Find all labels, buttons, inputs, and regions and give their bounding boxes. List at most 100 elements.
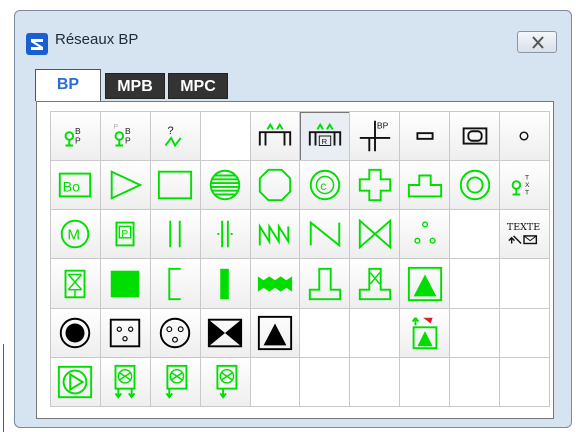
double-line-tick-icon <box>217 221 233 248</box>
double-line-icon <box>169 221 181 248</box>
cell-texte-symbol[interactable]: TEXTE <box>500 210 550 260</box>
tab-mpc[interactable]: MPC <box>168 73 228 99</box>
empty-cell <box>300 357 351 407</box>
cell-valve-arrow-down-symbol[interactable] <box>200 357 251 407</box>
svg-text:?: ? <box>168 125 174 137</box>
cell-filled-zigzag-symbol[interactable] <box>250 259 301 309</box>
black-triangle-box-icon <box>257 315 293 350</box>
triangle-right-icon <box>111 170 143 201</box>
symbol-panel: B P B P P? R BP Bo c T X T M P TEXTE <box>36 101 554 419</box>
cell-dotted-circle-symbol[interactable] <box>150 308 201 358</box>
symbol-grid: B P B P P? R BP Bo c T X T M P TEXTE <box>50 111 550 407</box>
empty-cell <box>500 357 550 407</box>
valve-arrow-left-icon <box>165 364 188 399</box>
texte-icon: TEXTE <box>507 223 541 245</box>
cell-m-circle-symbol[interactable]: M <box>51 210 101 260</box>
cell-rectangle-symbol[interactable] <box>150 161 201 211</box>
bp-node-icon: BP <box>64 126 81 147</box>
cell-node-text-symbol[interactable]: TXT <box>500 161 550 211</box>
app-logo-icon <box>26 33 48 55</box>
cell-small-circle-symbol[interactable] <box>500 112 550 162</box>
tab-mpb[interactable]: MPB <box>105 73 165 99</box>
cell-valve-box-symbol[interactable] <box>51 259 101 309</box>
cell-small-rect-symbol[interactable] <box>400 112 451 162</box>
cell-double-line-symbol[interactable] <box>150 210 201 260</box>
cell-valve-arrow-left-symbol[interactable] <box>150 357 201 407</box>
empty-cell <box>350 357 401 407</box>
pedestal-x-icon <box>358 267 391 300</box>
close-button[interactable] <box>517 31 557 53</box>
svg-text:T: T <box>525 190 529 197</box>
tab-bp[interactable]: BP <box>35 69 101 101</box>
cell-span-aa-r-symbol[interactable]: R <box>300 112 351 162</box>
tab-strip: BP MPB MPC <box>35 69 335 101</box>
svg-text:B: B <box>125 126 131 136</box>
svg-text:Bo: Bo <box>63 180 81 196</box>
cell-three-dots-symbol[interactable] <box>400 210 451 260</box>
cell-filled-square-symbol[interactable] <box>100 259 151 309</box>
valve-box-icon <box>64 269 86 298</box>
cross-shape-icon <box>358 169 391 202</box>
cell-black-target-symbol[interactable] <box>51 308 101 358</box>
svg-text:c: c <box>320 179 326 193</box>
cell-black-bowtie-symbol[interactable] <box>200 308 251 358</box>
svg-text:M: M <box>68 227 81 244</box>
bp-node-alt-icon: BPP <box>114 123 131 147</box>
cell-bp-node-symbol[interactable]: BP <box>51 112 101 162</box>
dotted-circle-icon <box>160 317 191 348</box>
n-shape-icon <box>309 221 341 248</box>
cell-vertical-bar-symbol[interactable] <box>200 259 251 309</box>
cell-bp-node-alt-symbol[interactable]: BPP <box>100 112 151 162</box>
filled-square-icon <box>111 270 140 297</box>
empty-cell <box>500 308 550 358</box>
node-text-icon: TXT <box>512 175 530 197</box>
cell-triangle-box-symbol[interactable] <box>400 259 451 309</box>
cell-zigzag-n-symbol[interactable] <box>250 210 301 260</box>
pump-square-icon <box>58 365 93 399</box>
svg-text:T: T <box>525 175 529 182</box>
cell-bp-cross-symbol[interactable]: BP <box>350 112 401 162</box>
cell-fault-marker-symbol[interactable]: ? <box>150 112 201 162</box>
cell-bracket-symbol[interactable] <box>150 259 201 309</box>
svg-text:P: P <box>122 229 129 240</box>
cell-valve-arrows-symbol[interactable] <box>100 357 151 407</box>
small-circle-icon <box>519 131 529 141</box>
cell-span-aa-symbol[interactable] <box>250 112 301 162</box>
empty-cell <box>400 357 451 407</box>
cell-dotted-square-symbol[interactable] <box>100 308 151 358</box>
svg-text:B: B <box>75 126 81 136</box>
three-dots-icon <box>413 221 436 245</box>
cell-n-shape-symbol[interactable] <box>300 210 351 260</box>
cell-pedestal-symbol[interactable] <box>300 259 351 309</box>
cell-p-box-symbol[interactable]: P <box>100 210 151 260</box>
cell-bo-box-symbol[interactable]: Bo <box>51 161 101 211</box>
cell-pump-square-symbol[interactable] <box>51 357 101 407</box>
cell-pedestal-x-symbol[interactable] <box>350 259 401 309</box>
cell-black-triangle-box-symbol[interactable] <box>250 308 301 358</box>
cell-bowtie-outline-symbol[interactable] <box>350 210 401 260</box>
cell-octagon-symbol[interactable] <box>250 161 301 211</box>
cell-box-symbol[interactable] <box>450 112 501 162</box>
empty-cell <box>450 357 501 407</box>
svg-text:P: P <box>75 136 81 146</box>
cell-double-circle-symbol[interactable] <box>450 161 501 211</box>
black-bowtie-icon <box>208 318 243 347</box>
svg-text:X: X <box>525 182 530 189</box>
span-aa-icon <box>258 122 292 146</box>
cell-triangle-right-symbol[interactable] <box>100 161 151 211</box>
valve-arrow-down-icon <box>216 364 238 399</box>
bo-box-icon: Bo <box>59 172 92 198</box>
cell-bump-shape-symbol[interactable] <box>400 161 451 211</box>
triangle-box-icon <box>407 266 442 301</box>
cell-striped-circle-symbol[interactable] <box>200 161 251 211</box>
svg-text:BP: BP <box>377 120 389 130</box>
dotted-square-icon <box>110 318 141 347</box>
close-icon <box>532 36 544 49</box>
bp-cross-icon: BP <box>359 120 390 152</box>
cell-double-line-tick-symbol[interactable] <box>200 210 251 260</box>
cell-green-arrow-triangle-symbol[interactable] <box>400 308 451 358</box>
bump-shape-icon <box>407 174 442 198</box>
empty-cell <box>500 259 550 309</box>
cell-cross-shape-symbol[interactable] <box>350 161 401 211</box>
cell-c-circle-symbol[interactable]: c <box>300 161 351 211</box>
